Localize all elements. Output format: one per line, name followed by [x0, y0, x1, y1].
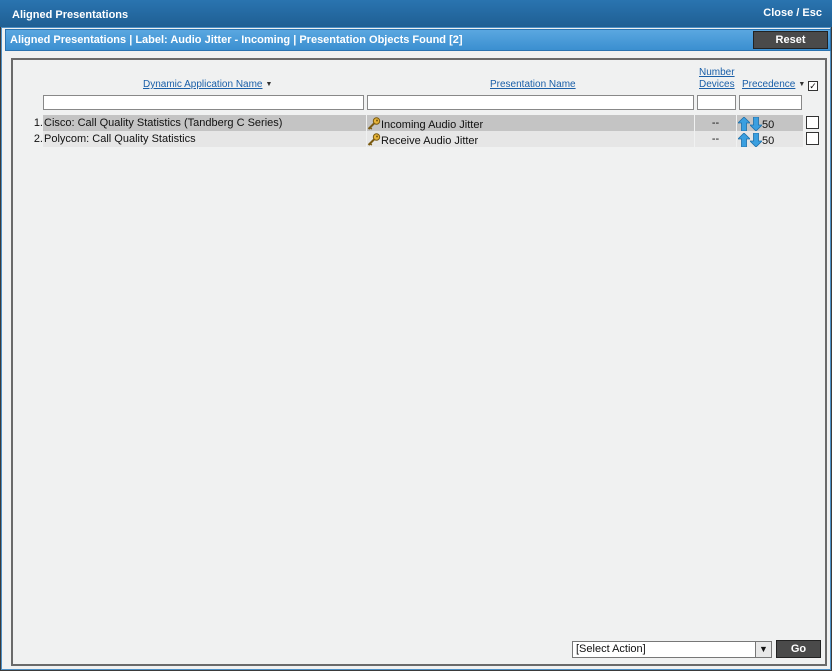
sort-indicator-icon: ▼ — [798, 81, 806, 88]
dynamic-app-link[interactable]: Polycom: Call Quality Statistics — [43, 131, 366, 147]
filter-dynamic-app-input[interactable] — [43, 95, 364, 110]
presentation-name: Receive Audio Jitter — [381, 135, 479, 147]
action-select[interactable]: [Select Action] ▼ — [572, 641, 772, 658]
move-down-arrow-icon[interactable] — [750, 133, 762, 147]
table-row[interactable]: 2. Polycom: Call Quality Statistics Rece… — [25, 131, 819, 147]
column-header-presentation[interactable]: Presentation Name — [490, 79, 576, 90]
results-header: Aligned Presentations | Label: Audio Jit… — [5, 29, 831, 51]
reset-button[interactable]: Reset — [753, 31, 828, 49]
dialog-title: Aligned Presentations — [12, 9, 129, 21]
results-panel: Dynamic Application Name ▼ Presentation N… — [11, 58, 827, 666]
go-button[interactable]: Go — [776, 640, 821, 658]
filter-presentation-input[interactable] — [367, 95, 694, 110]
row-index: 2. — [33, 133, 43, 145]
devices-count: -- — [695, 115, 736, 131]
results-title: Aligned Presentations | Label: Audio Jit… — [10, 34, 463, 46]
row-checkbox[interactable] — [806, 132, 819, 145]
precedence-value: 50 — [762, 135, 775, 147]
move-down-arrow-icon[interactable] — [750, 117, 762, 131]
presentation-name: Incoming Audio Jitter — [381, 119, 484, 131]
dialog-titlebar: Aligned Presentations Close / Esc — [0, 0, 832, 27]
presentation-cell[interactable]: Receive Audio Jitter — [367, 131, 694, 147]
precedence-cell: 50 — [737, 115, 803, 131]
precedence-cell: 50 — [737, 131, 803, 147]
precedence-value: 50 — [762, 119, 775, 131]
sort-indicator-icon: ▼ — [265, 81, 273, 88]
chevron-down-icon[interactable]: ▼ — [755, 642, 771, 657]
move-up-arrow-icon[interactable] — [738, 117, 750, 131]
devices-count: -- — [695, 131, 736, 147]
move-up-arrow-icon[interactable] — [738, 133, 750, 147]
dynamic-app-link[interactable]: Cisco: Call Quality Statistics (Tandberg… — [43, 115, 366, 131]
filter-devices-input[interactable] — [697, 95, 736, 110]
key-icon — [367, 117, 381, 130]
column-header-precedence[interactable]: Precedence ▼ — [742, 79, 805, 90]
filter-precedence-input[interactable] — [739, 95, 802, 110]
row-index: 1. — [33, 117, 43, 129]
column-header-devices[interactable]: Number Devices — [699, 67, 735, 91]
select-all-checkbox[interactable]: ✓ — [808, 81, 818, 91]
presentation-cell[interactable]: Incoming Audio Jitter — [367, 115, 694, 131]
action-select-value: [Select Action] — [576, 643, 646, 655]
row-checkbox[interactable] — [806, 116, 819, 129]
dialog-body: Aligned Presentations | Label: Audio Jit… — [1, 27, 831, 670]
table-row[interactable]: 1. Cisco: Call Quality Statistics (Tandb… — [25, 115, 819, 131]
key-icon — [367, 133, 381, 146]
close-button[interactable]: Close / Esc — [763, 7, 822, 19]
column-header-dynamic-app[interactable]: Dynamic Application Name ▼ — [143, 79, 272, 90]
